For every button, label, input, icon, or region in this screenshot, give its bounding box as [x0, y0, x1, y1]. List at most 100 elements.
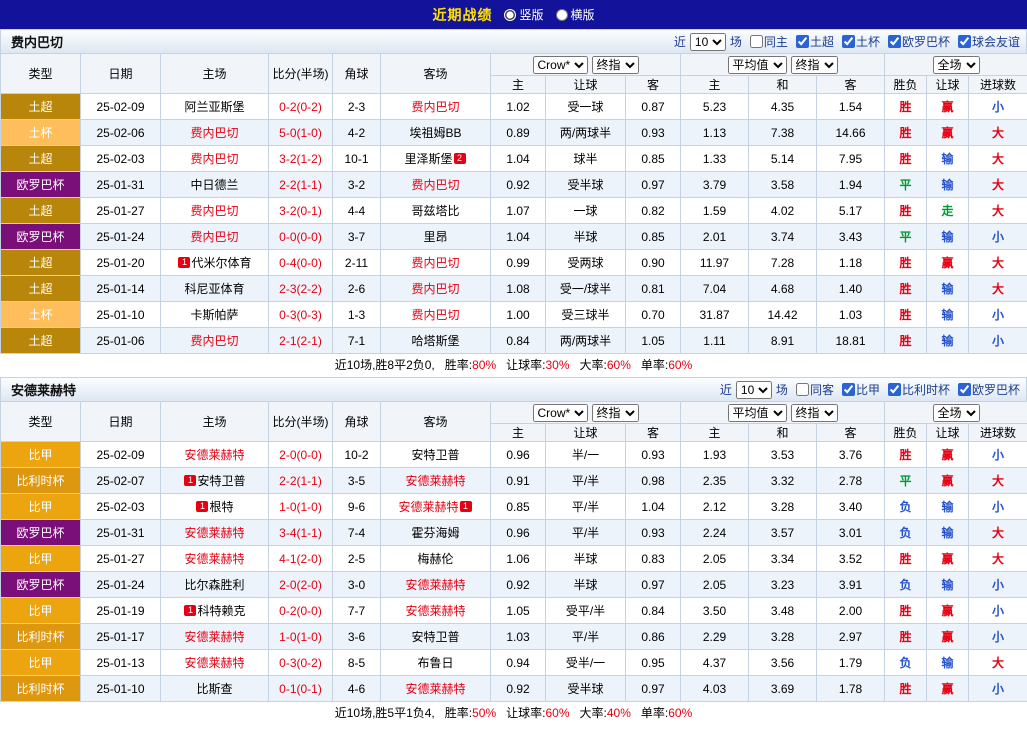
home-team[interactable]: 比斯查	[196, 682, 232, 696]
scope-select[interactable]: 全场	[933, 56, 980, 74]
away-team[interactable]: 里泽斯堡2	[404, 152, 466, 166]
home-team[interactable]: 安德莱赫特	[184, 552, 244, 566]
away-team[interactable]: 费内巴切	[411, 100, 459, 114]
league-checkbox-3[interactable]: 欧罗巴杯	[888, 33, 950, 50]
avg-source-select[interactable]: 终指	[791, 404, 838, 422]
avg-source-select[interactable]: 平均值	[728, 56, 787, 74]
away-team[interactable]: 安特卫普	[411, 448, 459, 462]
odds-source-select[interactable]: 终指	[592, 404, 639, 422]
away-team-cell: 安德莱赫特	[381, 598, 491, 624]
home-team[interactable]: 安德莱赫特	[184, 448, 244, 462]
same-venue-checkbox[interactable]: 同客	[796, 381, 834, 398]
home-team[interactable]: 科尼亚体育	[184, 282, 244, 296]
league-checkbox-3-input[interactable]	[888, 35, 901, 48]
away-team[interactable]: 里昂	[423, 230, 447, 244]
home-team[interactable]: 1科特赖克	[183, 604, 245, 618]
league-checkbox-1[interactable]: 土超	[796, 33, 834, 50]
recent-count-select[interactable]: 10	[690, 33, 726, 51]
away-team-name: 安德莱赫特	[405, 682, 465, 696]
league-checkbox-3-input[interactable]	[958, 383, 971, 396]
league-checkbox-1-input[interactable]	[842, 383, 855, 396]
league-checkbox-2-input[interactable]	[842, 35, 855, 48]
layout-vertical-option[interactable]: 竖版	[504, 6, 543, 23]
league-checkbox-4-input[interactable]	[958, 35, 971, 48]
league-checkbox-1[interactable]: 比甲	[842, 381, 880, 398]
home-team[interactable]: 费内巴切	[190, 204, 238, 218]
scope-header: 全场	[885, 402, 1027, 424]
home-team[interactable]: 卡斯帕萨	[190, 308, 238, 322]
home-team[interactable]: 安德莱赫特	[184, 526, 244, 540]
summary-line: 近10场,胜8平2负0,胜率:80%让球率:30%大率:60%单率:60%	[0, 354, 1027, 377]
odds-source-select[interactable]: Crow*	[533, 56, 588, 74]
layout-horizontal-option[interactable]: 横版	[556, 6, 595, 23]
away-team[interactable]: 埃祖姆BB	[409, 126, 461, 140]
away-team-cell: 哥兹塔比	[381, 198, 491, 224]
score-cell: 2-2(1-1)	[269, 468, 333, 494]
odds-source-select[interactable]: 终指	[592, 56, 639, 74]
league-checkbox-3[interactable]: 欧罗巴杯	[958, 381, 1020, 398]
layout-vertical-radio[interactable]	[504, 9, 516, 21]
away-team[interactable]: 费内巴切	[411, 282, 459, 296]
same-venue-checkbox-input[interactable]	[750, 35, 763, 48]
league-checkbox-2-input[interactable]	[888, 383, 901, 396]
away-team[interactable]: 霍芬海姆	[411, 526, 459, 540]
same-venue-checkbox[interactable]: 同主	[750, 33, 788, 50]
home-team[interactable]: 中日德兰	[190, 178, 238, 192]
home-team[interactable]: 费内巴切	[190, 152, 238, 166]
rank-badge: 1	[178, 257, 190, 268]
away-team[interactable]: 安德莱赫特	[405, 578, 465, 592]
league-checkbox-4[interactable]: 球会友谊	[958, 33, 1020, 50]
match-row: 土超25-01-27费内巴切3-2(0-1)4-4哥兹塔比1.07一球0.821…	[1, 198, 1027, 224]
corners-cell: 3-2	[333, 172, 381, 198]
odds-source-header: Crow*终指	[491, 54, 681, 76]
layout-horizontal-radio[interactable]	[556, 9, 568, 21]
away-team[interactable]: 费内巴切	[411, 308, 459, 322]
avg-draw: 3.23	[749, 572, 817, 598]
result-outcome: 胜	[885, 328, 927, 354]
league-checkbox-1-input[interactable]	[796, 35, 809, 48]
odds-handicap: 受一/球半	[546, 276, 626, 302]
avg-source-select[interactable]: 平均值	[728, 404, 787, 422]
home-team[interactable]: 1根特	[195, 500, 233, 514]
avg-source-select[interactable]: 终指	[791, 56, 838, 74]
away-team[interactable]: 安德莱赫特	[405, 604, 465, 618]
avg-draw: 3.28	[749, 494, 817, 520]
odds-source-select[interactable]: Crow*	[533, 404, 588, 422]
avg-draw: 7.28	[749, 250, 817, 276]
score-cell: 0-3(0-3)	[269, 302, 333, 328]
away-team[interactable]: 费内巴切	[411, 178, 459, 192]
home-team[interactable]: 1安特卫普	[183, 474, 245, 488]
home-team-cell: 1安特卫普	[161, 468, 269, 494]
scope-select[interactable]: 全场	[933, 404, 980, 422]
home-team[interactable]: 阿兰亚斯堡	[184, 100, 244, 114]
avg-draw: 7.38	[749, 120, 817, 146]
same-venue-checkbox-input[interactable]	[796, 383, 809, 396]
home-team[interactable]: 费内巴切	[190, 126, 238, 140]
away-team[interactable]: 梅赫伦	[417, 552, 453, 566]
sub-col-header: 主	[681, 424, 749, 442]
home-team-name: 卡斯帕萨	[190, 308, 238, 322]
recent-count-select[interactable]: 10	[736, 381, 772, 399]
home-team[interactable]: 1代米尔体育	[177, 256, 251, 270]
home-team[interactable]: 费内巴切	[190, 334, 238, 348]
away-team[interactable]: 哈塔斯堡	[411, 334, 459, 348]
odds-home: 1.07	[491, 198, 546, 224]
avg-away: 3.76	[817, 442, 885, 468]
home-team-cell: 比斯查	[161, 676, 269, 702]
league-checkbox-2[interactable]: 土杯	[842, 33, 880, 50]
date-cell: 25-01-20	[81, 250, 161, 276]
away-team[interactable]: 安德莱赫特	[405, 474, 465, 488]
away-team[interactable]: 安德莱赫特1	[398, 500, 472, 514]
away-team[interactable]: 安特卫普	[411, 630, 459, 644]
away-team[interactable]: 费内巴切	[411, 256, 459, 270]
away-team[interactable]: 哥兹塔比	[411, 204, 459, 218]
result-outcome: 胜	[885, 676, 927, 702]
home-team[interactable]: 费内巴切	[190, 230, 238, 244]
home-team[interactable]: 比尔森胜利	[184, 578, 244, 592]
home-team[interactable]: 安德莱赫特	[184, 630, 244, 644]
away-team[interactable]: 布鲁日	[417, 656, 453, 670]
league-checkbox-2[interactable]: 比利时杯	[888, 381, 950, 398]
col-header: 角球	[333, 402, 381, 442]
home-team[interactable]: 安德莱赫特	[184, 656, 244, 670]
away-team[interactable]: 安德莱赫特	[405, 682, 465, 696]
